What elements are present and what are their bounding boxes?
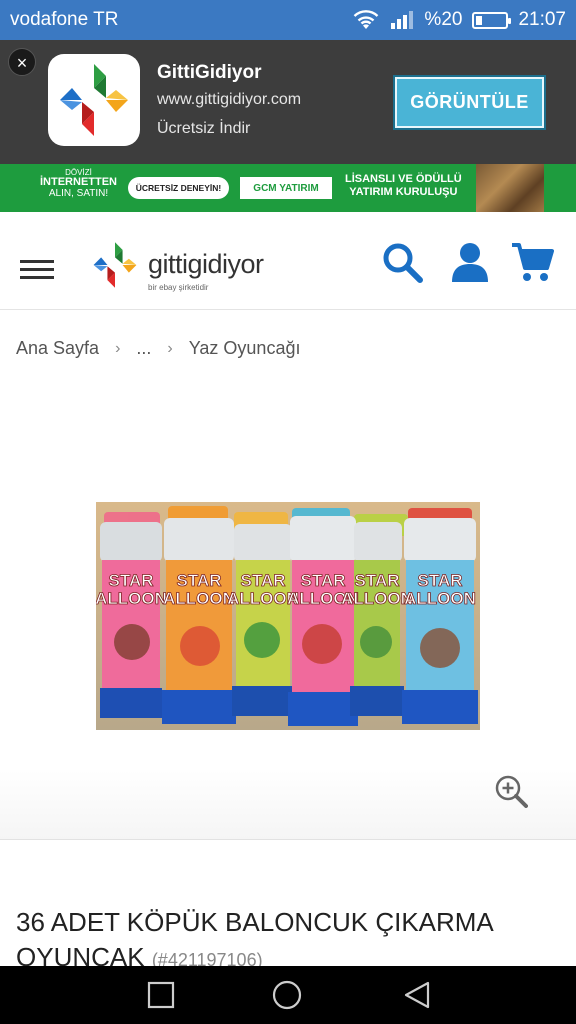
clock: 21:07 [518,9,566,30]
bottle-label-2b: ALLOON [163,589,235,608]
app-icon [48,54,140,146]
app-install-banner: × GittiGidiyor www.gittigidiyor.com Ücre… [0,40,576,164]
user-icon[interactable] [448,240,492,284]
carrier-label: vodafone TR [10,9,119,30]
search-icon[interactable] [380,240,424,284]
back-icon[interactable] [402,980,432,1010]
menu-icon[interactable] [20,260,56,279]
battery-percent: %20 [424,9,463,30]
zoom-in-icon[interactable] [494,774,528,808]
home-icon[interactable] [272,980,302,1010]
bottle-label-6b: ALLOON [404,589,476,608]
screen: vodafone TR %20 21:07 × GittiGidiyor www… [0,0,576,1024]
breadcrumb: Ana Sayfa › ... › Yaz Oyuncağı [16,338,300,359]
view-app-button[interactable]: GÖRÜNTÜLE [393,75,546,130]
ad-right-line2: YATIRIM KURULUŞU [349,185,458,198]
breadcrumb-item-category[interactable]: Yaz Oyuncağı [189,338,301,359]
bubble-bottles-photo: STAR ALLOON STAR ALLOON STAR ALLOON STAR… [96,502,480,730]
bottle-label-5: STAR [354,571,399,590]
status-bar: vodafone TR %20 21:07 [0,0,576,40]
recent-apps-icon[interactable] [146,980,176,1010]
battery-icon [472,11,512,29]
bottle-label-3: STAR [240,571,285,590]
chevron-right-icon: › [115,339,121,357]
ad-left-line3: ALIN, SATIN! [48,187,109,199]
product-image[interactable]: STAR ALLOON STAR ALLOON STAR ALLOON STAR… [96,502,480,730]
logo-tagline: bir ebay şirketidir [148,283,209,292]
gittigidiyor-logo-icon [93,242,137,288]
ad-cta-button[interactable]: ÜCRETSİZ DENEYİN! [128,177,229,199]
product-gallery: STAR ALLOON STAR ALLOON STAR ALLOON STAR… [0,380,576,840]
ad-right-line1: LİSANSLI VE ÖDÜLLÜ [345,173,462,185]
app-url: www.gittigidiyor.com [157,91,302,108]
system-navigation-bar [0,966,576,1024]
app-name: GittiGidiyor [157,62,262,83]
ad-coins-image [476,164,544,212]
bottle-label-1b: ALLOON [96,589,167,608]
breadcrumb-item-ellipsis[interactable]: ... [136,338,151,359]
gittigidiyor-logo-icon [60,64,128,136]
site-logo[interactable]: gittigidiyor bir ebay şirketidir [86,236,286,296]
app-subtitle: Ücretsiz İndir [157,120,251,137]
bottle-label-5b: ALLOON [341,589,413,608]
bottle-label-4: STAR [300,571,345,590]
ad-brand-logo: GCM YATIRIM [240,177,332,199]
cart-icon[interactable] [510,240,554,284]
advertisement-banner[interactable]: DÖVİZİ İNTERNETTEN ALIN, SATIN! ÜCRETSİZ… [0,164,576,212]
breadcrumb-item-home[interactable]: Ana Sayfa [16,338,99,359]
bottle-label-6: STAR [417,571,462,590]
chevron-right-icon: › [167,339,173,357]
status-icons: %20 21:07 [352,9,566,31]
bottle-label-2: STAR [176,571,221,590]
signal-icon [391,11,414,29]
bottle-label-1: STAR [108,571,153,590]
logo-wordmark: gittigidiyor [148,249,264,279]
close-banner-button[interactable]: × [8,48,36,76]
ad-right-text: LİSANSLI VE ÖDÜLLÜ YATIRIM KURULUŞU [345,173,462,198]
ad-left-text: DÖVİZİ İNTERNETTEN ALIN, SATIN! [40,168,117,199]
site-header: gittigidiyor bir ebay şirketidir [0,212,576,310]
wifi-icon [354,10,379,29]
